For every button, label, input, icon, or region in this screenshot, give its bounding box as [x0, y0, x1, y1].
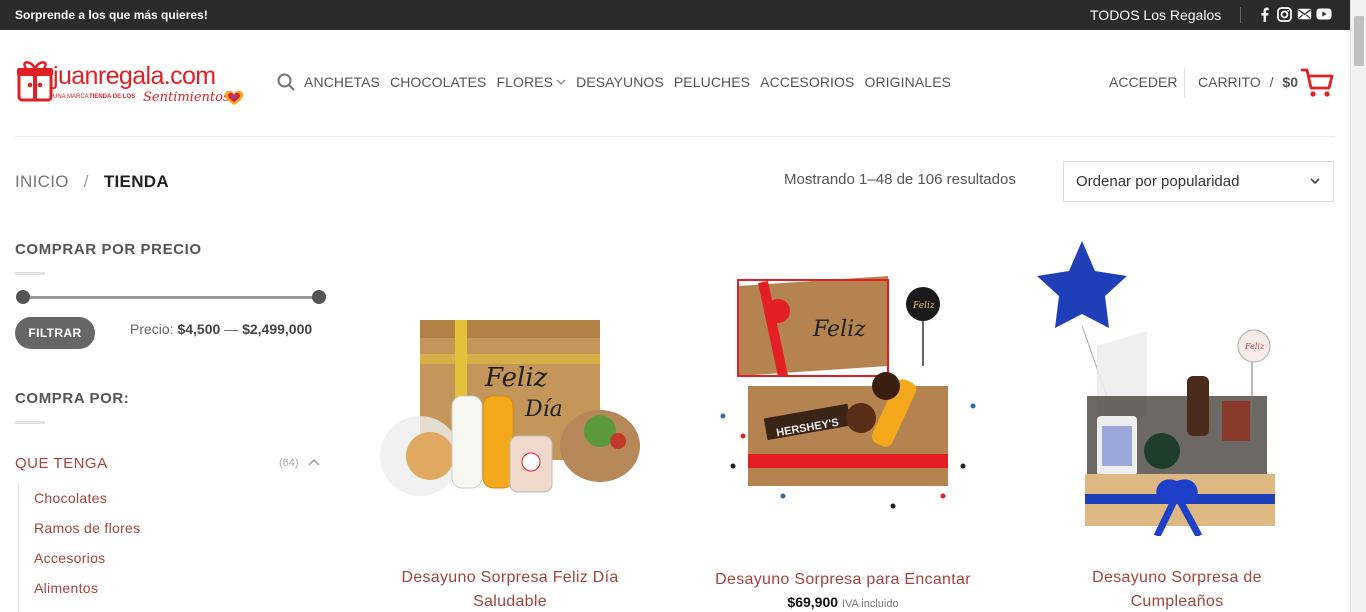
nav-item-chocolates[interactable]: CHOCOLATES	[390, 74, 486, 90]
price-range-text: Precio: $4,500 — $2,499,000	[130, 321, 312, 337]
scrollbar-thumb[interactable]	[1354, 16, 1364, 66]
email-icon[interactable]	[1296, 6, 1312, 22]
price-max: $2,499,000	[242, 321, 313, 337]
login-link[interactable]: ACCEDER	[1109, 74, 1177, 90]
nav-item-peluches[interactable]: PELUCHES	[674, 74, 750, 90]
product-image[interactable]: Feliz Día	[360, 236, 660, 536]
nav-item-flores-label: FLORES	[496, 74, 554, 90]
chevron-down-icon	[556, 79, 566, 85]
search-icon[interactable]	[277, 73, 295, 91]
product-name-line: Saludable	[473, 593, 547, 610]
cart-icon[interactable]	[1300, 66, 1335, 100]
breadcrumb-current: TIENDA	[103, 172, 169, 191]
price-slider-track[interactable]	[22, 296, 319, 299]
header-divider	[1184, 68, 1185, 98]
cart-total: $0	[1282, 74, 1298, 90]
youtube-icon[interactable]	[1316, 6, 1332, 22]
breadcrumb: INICIO / TIENDA	[15, 172, 169, 192]
site-logo[interactable]: juanregala.com UNA MARCA TIENDA DE LOS S…	[17, 58, 249, 110]
nav-item-accesorios[interactable]: ACCESORIOS	[760, 74, 854, 90]
price-min: $4,500	[177, 321, 221, 337]
svg-text:Feliz: Feliz	[912, 301, 935, 311]
product-price: $69,900 IVA incluido	[693, 594, 993, 610]
main-nav: ANCHETAS CHOCOLATES FLORES DESAYUNOS PEL…	[277, 72, 961, 92]
subcategory-alimentos[interactable]: Alimentos	[34, 580, 98, 596]
price-filter-heading: COMPRAR POR PRECIO	[15, 241, 202, 258]
breadcrumb-home[interactable]: INICIO	[15, 172, 69, 191]
cart-separator: /	[1269, 74, 1274, 90]
svg-text:Feliz: Feliz	[1244, 342, 1265, 351]
category-que-tenga[interactable]: QUE TENGA	[15, 455, 108, 472]
rainbow-heart-icon	[224, 90, 244, 105]
product-name[interactable]: Desayuno Sorpresa Feliz Día Saludable	[360, 566, 660, 612]
price-dash: —	[224, 321, 239, 337]
top-bar: Sorprende a los que más quieres! TODOS L…	[0, 0, 1350, 30]
gift-box-icon	[17, 61, 53, 102]
result-count: Mostrando 1–48 de 106 resultados	[784, 171, 1016, 188]
heading-underline	[15, 421, 45, 424]
brand-name: juanregala.com	[53, 62, 216, 90]
tax-label: IVA incluido	[841, 598, 899, 610]
svg-text:Día: Día	[524, 397, 563, 422]
product-name-line: Cumpleaños	[1130, 593, 1224, 610]
product-image[interactable]: Feliz	[1027, 236, 1327, 536]
cart-label: CARRITO	[1198, 74, 1261, 90]
nav-item-flores[interactable]: FLORES	[496, 74, 566, 90]
topbar-divider	[1240, 7, 1241, 23]
subcategory-indent-line	[18, 484, 19, 612]
nav-item-desayunos[interactable]: DESAYUNOS	[576, 74, 664, 90]
instagram-icon[interactable]	[1276, 6, 1292, 22]
product-name-line: Desayuno Sorpresa Feliz Día	[401, 569, 619, 586]
buy-by-heading: COMPRA POR:	[15, 390, 130, 407]
category-count: (64)	[279, 457, 299, 469]
product-name-line: Desayuno Sorpresa para Encantar	[715, 571, 971, 588]
product-image[interactable]: Feliz HERSHEY'S Feliz	[693, 236, 993, 536]
price-slider-max-handle[interactable]	[312, 290, 326, 304]
promo-text: Sorprende a los que más quieres!	[15, 8, 208, 22]
chevron-up-icon[interactable]	[307, 457, 321, 467]
brand-tagline-mid: TIENDA DE LOS	[89, 94, 136, 100]
price-amount: $69,900	[787, 594, 839, 610]
subcategory-ramos-de-flores[interactable]: Ramos de flores	[34, 520, 140, 536]
brand-tagline-script: Sentimientos	[143, 90, 230, 105]
price-label: Precio:	[130, 321, 174, 337]
product-name-line: Desayuno Sorpresa de	[1092, 569, 1262, 586]
sort-select[interactable]: Ordenar por popularidad	[1063, 161, 1334, 202]
header-divider-line	[15, 136, 1335, 137]
sort-selected-value: Ordenar por popularidad	[1076, 173, 1240, 190]
facebook-icon[interactable]	[1256, 6, 1272, 22]
subcategory-chocolates[interactable]: Chocolates	[34, 490, 107, 506]
cart-link[interactable]: CARRITO / $0	[1198, 74, 1298, 90]
svg-text:Feliz: Feliz	[812, 317, 866, 342]
svg-text:Feliz: Feliz	[484, 363, 548, 393]
subcategory-accesorios[interactable]: Accesorios	[34, 550, 105, 566]
brand-tagline-prefix: UNA MARCA	[53, 94, 89, 100]
breadcrumb-divider: /	[83, 172, 89, 191]
price-slider-min-handle[interactable]	[16, 290, 30, 304]
all-gifts-link[interactable]: TODOS Los Regalos	[1090, 7, 1221, 23]
product-name[interactable]: Desayuno Sorpresa para Encantar	[693, 568, 993, 592]
page-scrollbar[interactable]	[1350, 0, 1366, 612]
product-name[interactable]: Desayuno Sorpresa de Cumpleaños	[1027, 566, 1327, 612]
heading-underline	[15, 272, 45, 275]
filter-button[interactable]: FILTRAR	[15, 317, 95, 349]
chevron-down-icon	[1310, 178, 1320, 185]
nav-item-originales[interactable]: ORIGINALES	[864, 74, 951, 90]
nav-item-anchetas[interactable]: ANCHETAS	[304, 74, 380, 90]
